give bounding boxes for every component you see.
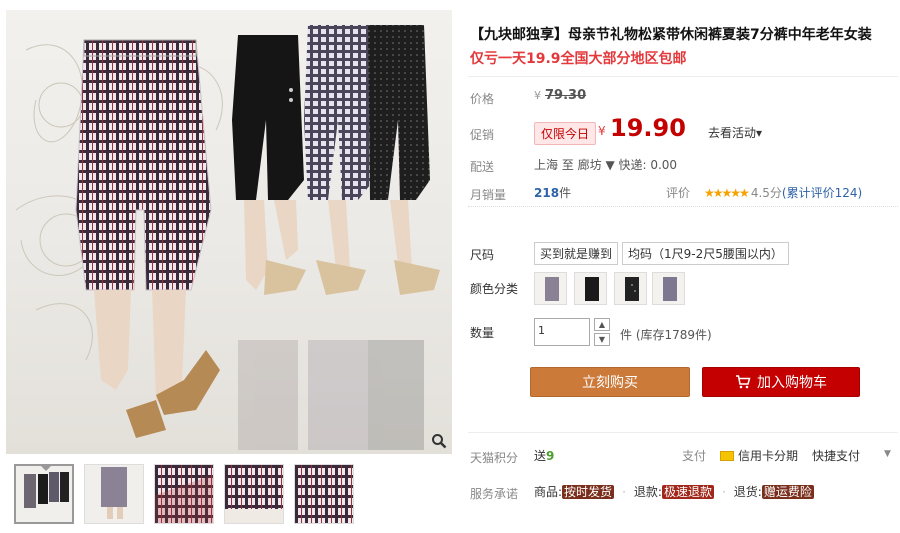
thumbnail-strip xyxy=(14,464,354,524)
sales-unit: 件 xyxy=(559,186,572,200)
quantity-decrease-button[interactable]: ▼ xyxy=(594,333,610,346)
color-label: 颜色分类 xyxy=(470,282,519,296)
price-label: 价格 xyxy=(470,92,495,106)
original-price: ¥79.30 xyxy=(534,88,586,103)
color-swatch xyxy=(625,277,639,301)
sale-price: 19.90 xyxy=(610,114,686,142)
color-option-2[interactable] xyxy=(574,272,607,305)
monthly-sales-label: 月销量 xyxy=(470,188,507,202)
thumbnail-2[interactable] xyxy=(84,464,144,524)
add-to-cart-label: 加入购物车 xyxy=(757,375,827,391)
separator: · xyxy=(622,485,626,499)
credit-card-icon xyxy=(720,451,735,461)
rating-label: 评价 xyxy=(666,186,691,200)
size-option-2[interactable]: 均码（1尺9-2尺5腰围以内） xyxy=(622,242,789,265)
color-option-1[interactable] xyxy=(534,272,567,305)
currency-symbol: ¥ xyxy=(598,124,606,138)
on-time-shipping-tag[interactable]: 按时发货 xyxy=(562,485,615,499)
cart-icon xyxy=(736,375,751,389)
installment-option[interactable]: 信用卡分期 xyxy=(738,449,798,463)
payment-label: 支付 xyxy=(682,449,707,463)
product-title: 【九块邮独享】母亲节礼物松紧带休闲裤夏装7分裤中年老年女装 xyxy=(470,27,872,43)
shipping-insurance-tag[interactable]: 赠运费险 xyxy=(761,485,814,499)
quantity-input[interactable]: 1 xyxy=(534,318,590,346)
thumbnail-image xyxy=(24,472,69,508)
quick-pay-option[interactable]: 快捷支付 xyxy=(812,449,860,463)
thumbnail-4[interactable] xyxy=(224,464,284,524)
chevron-down-icon[interactable]: ▼ xyxy=(884,449,891,459)
color-option-3[interactable] xyxy=(614,272,647,305)
monthly-sales: 218件 xyxy=(534,184,571,201)
color-option-4[interactable] xyxy=(652,272,685,305)
goods-label: 商品: xyxy=(534,485,563,499)
main-product-image[interactable] xyxy=(6,10,452,454)
return-label: 退货: xyxy=(733,485,762,499)
quantity-increase-button[interactable]: ▲ xyxy=(594,318,610,331)
quantity-label: 数量 xyxy=(470,326,495,340)
points-label: 天猫积分 xyxy=(470,451,519,465)
divider xyxy=(468,206,898,207)
rating: 评价 ★★★★★ 4.5分(累计评价124) xyxy=(666,184,862,201)
separator: · xyxy=(721,485,726,499)
promo-label: 促销 xyxy=(470,128,495,142)
color-swatch xyxy=(585,277,599,301)
thumbnail-image xyxy=(225,465,283,523)
thumbnail-image xyxy=(101,467,127,519)
more-promotions-link[interactable]: 去看活动▾ xyxy=(708,124,762,141)
magnifier-icon[interactable] xyxy=(430,432,448,450)
product-photo xyxy=(15,25,440,450)
original-price-value: 79.30 xyxy=(545,88,587,103)
shipping-selector[interactable]: 上海 至 廊坊 ▼ 快递: 0.00 xyxy=(534,156,677,173)
fast-refund-tag[interactable]: 极速退款 xyxy=(661,485,714,499)
rating-score: 4.5分 xyxy=(750,186,782,200)
shipping-label: 配送 xyxy=(470,160,495,174)
buy-now-button[interactable]: 立刻购买 xyxy=(530,367,690,397)
size-option-1[interactable]: 买到就是赚到 xyxy=(534,242,619,265)
thumbnail-3[interactable] xyxy=(154,464,214,524)
service-label: 服务承诺 xyxy=(470,487,519,501)
reviews-link[interactable]: (累计评价124) xyxy=(782,186,862,200)
color-swatch xyxy=(545,277,559,301)
thumbnail-1[interactable] xyxy=(14,464,74,524)
sales-count: 218 xyxy=(534,186,560,200)
points-prefix: 送 xyxy=(534,449,547,463)
service-promises: 商品: 按时发货 · 退款: 极速退款 · 退货: 赠运费险 xyxy=(534,483,814,500)
payment-options: 支付 信用卡分期 快捷支付 xyxy=(682,447,860,464)
stock-info: 件 (库存1789件) xyxy=(620,328,712,342)
currency-symbol: ¥ xyxy=(534,89,541,102)
size-label: 尺码 xyxy=(470,248,495,262)
points-value: 送9 xyxy=(534,447,554,464)
points-number: 9 xyxy=(546,449,555,463)
divider xyxy=(468,432,898,433)
star-icon: ★★★★★ xyxy=(704,186,750,200)
thumbnail-5[interactable] xyxy=(294,464,354,524)
active-indicator xyxy=(40,466,52,471)
add-to-cart-button[interactable]: 加入购物车 xyxy=(702,367,860,397)
product-subtitle: 仅亏一天19.9全国大部分地区包邮 xyxy=(470,51,687,67)
color-swatch xyxy=(663,277,677,301)
thumbnail-image xyxy=(295,465,353,523)
thumbnail-image xyxy=(155,465,213,523)
refund-label: 退款: xyxy=(633,485,662,499)
promo-badge: 仅限今日 xyxy=(534,122,597,145)
